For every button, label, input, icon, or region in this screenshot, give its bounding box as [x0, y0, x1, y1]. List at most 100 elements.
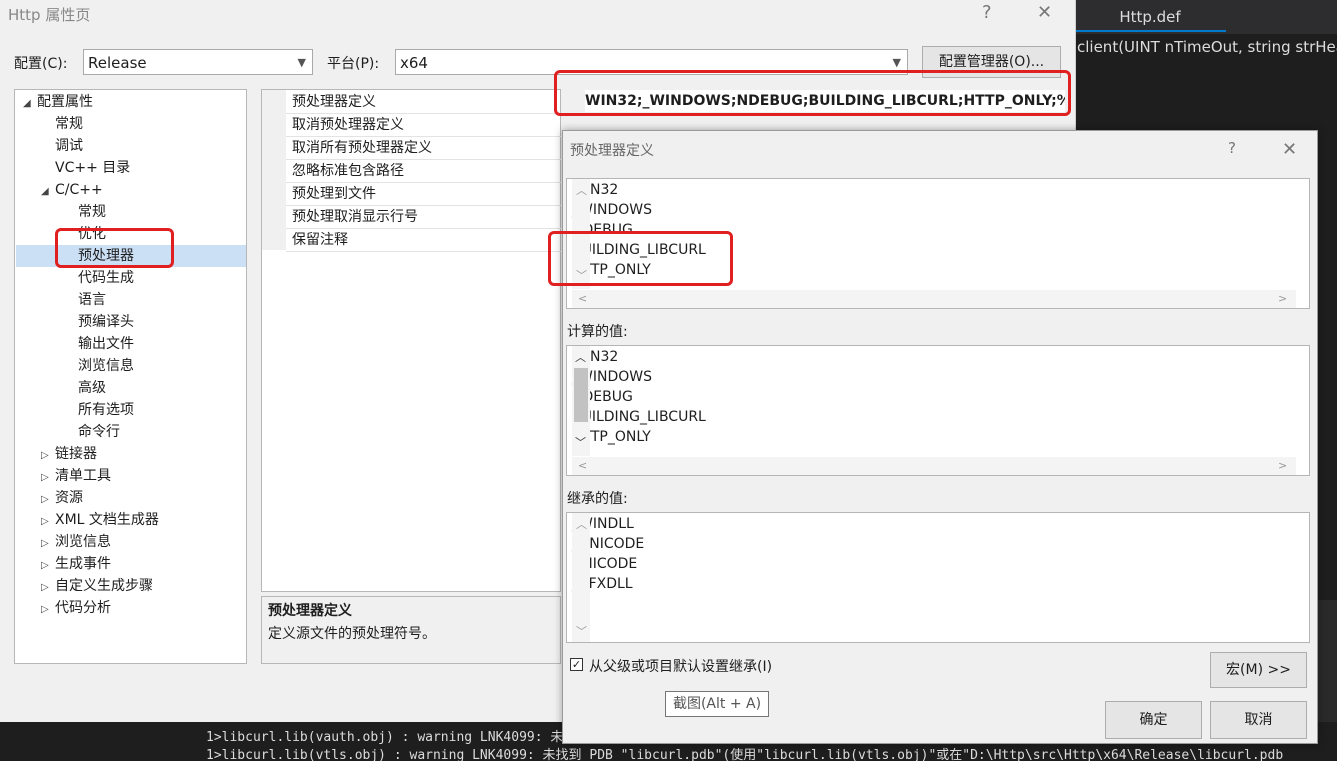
- collapsed-arrow-icon[interactable]: ▷: [41, 555, 55, 577]
- vs-code-line: client(UINT nTimeOut, string strHead: [1075, 34, 1337, 60]
- tree-item-label: 代码分析: [55, 600, 111, 616]
- horizontal-scrollbar[interactable]: < >: [572, 290, 1296, 308]
- property-row[interactable]: 忽略标准包含路径: [292, 160, 404, 182]
- scroll-up-icon[interactable]: ︿: [575, 349, 586, 365]
- computed-values-list: WIN32 _WINDOWS NDEBUG BUILDING_LIBCURL H…: [566, 345, 1310, 476]
- help-icon[interactable]: ?: [982, 2, 992, 23]
- tree-item-label: C/C++: [55, 182, 103, 198]
- inherited-values-list: _WINDLL _UNICODE UNICODE _AFXDLL ︿ ﹀: [566, 512, 1310, 643]
- scroll-up-icon[interactable]: ︿: [576, 516, 587, 532]
- scroll-down-icon[interactable]: ﹀: [575, 434, 586, 450]
- tree-item[interactable]: ▷ 生成事件: [41, 553, 111, 575]
- tree-item[interactable]: 浏览信息: [78, 355, 134, 377]
- scroll-right-icon[interactable]: >: [1278, 292, 1287, 305]
- tree-item-label: 自定义生成步骤: [55, 578, 153, 594]
- tree-item-label: 所有选项: [78, 402, 134, 418]
- config-label: 配置(C):: [14, 56, 68, 72]
- config-value: Release: [88, 54, 147, 72]
- tree-item[interactable]: 输出文件: [78, 333, 134, 355]
- property-row[interactable]: 预处理到文件: [292, 183, 376, 205]
- property-row[interactable]: 取消预处理器定义: [292, 114, 404, 136]
- tree-item-label: 浏览信息: [78, 358, 134, 374]
- description-text: 定义源文件的预处理符号。: [268, 626, 436, 642]
- tree-item[interactable]: 命令行: [78, 421, 120, 443]
- close-icon[interactable]: ✕: [1037, 2, 1052, 23]
- tree-item[interactable]: ▷ 链接器: [41, 443, 97, 465]
- tree-item-label: 语言: [78, 292, 106, 308]
- tree-item[interactable]: 语言: [78, 289, 106, 311]
- ok-button[interactable]: 确定: [1105, 701, 1202, 739]
- collapsed-arrow-icon[interactable]: ▷: [41, 511, 55, 533]
- collapsed-arrow-icon[interactable]: ▷: [41, 467, 55, 489]
- tree-item[interactable]: 预编译头: [78, 311, 134, 333]
- expanded-arrow-icon[interactable]: ◢: [23, 93, 37, 115]
- tree-item[interactable]: 高级: [78, 377, 106, 399]
- tree-item-label: 生成事件: [55, 556, 111, 572]
- scroll-right-icon[interactable]: >: [1278, 459, 1287, 472]
- tree-item-label: 配置属性: [37, 94, 93, 110]
- tree-item-label: 命令行: [78, 424, 120, 440]
- screenshot-tooltip: 截图(Alt + A): [665, 691, 769, 717]
- property-row[interactable]: 保留注释: [292, 229, 348, 251]
- tree-item-label: 调试: [55, 138, 83, 154]
- scroll-left-icon[interactable]: <: [578, 459, 587, 472]
- vs-tab-underline: [1076, 30, 1226, 32]
- tree-item[interactable]: ◢ C/C++: [41, 179, 103, 201]
- scroll-up-icon[interactable]: ︿: [576, 182, 587, 198]
- tree-item-label: 代码生成: [78, 270, 134, 286]
- help-icon[interactable]: ?: [1228, 139, 1236, 157]
- tree-item-label: 常规: [78, 204, 106, 220]
- property-row[interactable]: 预处理器定义: [292, 91, 376, 113]
- grid-separator: [286, 251, 561, 252]
- horizontal-scrollbar[interactable]: < >: [572, 457, 1296, 475]
- collapsed-arrow-icon[interactable]: ▷: [41, 533, 55, 555]
- collapsed-arrow-icon[interactable]: ▷: [41, 489, 55, 511]
- description-title: 预处理器定义: [268, 603, 352, 619]
- expanded-arrow-icon[interactable]: ◢: [41, 181, 55, 203]
- chevron-down-icon: ▼: [297, 56, 306, 69]
- vertical-scrollbar[interactable]: ︿ ﹀: [572, 346, 590, 456]
- tree-item[interactable]: 代码生成: [78, 267, 134, 289]
- tree-item-label: VC++ 目录: [55, 160, 131, 176]
- scroll-left-icon[interactable]: <: [578, 292, 587, 305]
- scroll-down-icon[interactable]: ﹀: [576, 623, 587, 639]
- tree-item[interactable]: ▷ 资源: [41, 487, 83, 509]
- vertical-scrollbar[interactable]: ︿ ﹀: [572, 513, 590, 642]
- scrollbar-thumb[interactable]: [574, 368, 588, 422]
- platform-value: x64: [400, 54, 428, 72]
- grid-gutter: [262, 90, 286, 250]
- inherit-checkbox[interactable]: ✓: [570, 658, 583, 671]
- tree-item[interactable]: 常规: [78, 201, 106, 223]
- collapsed-arrow-icon[interactable]: ▷: [41, 445, 55, 467]
- collapsed-arrow-icon[interactable]: ▷: [41, 577, 55, 599]
- tree-item[interactable]: ▷ 浏览信息: [41, 531, 111, 553]
- tree-item[interactable]: ◢ 配置属性: [23, 91, 93, 113]
- output-line: 1>libcurl.lib(vtls.obj) : warning LNK409…: [206, 748, 1284, 761]
- tree-item[interactable]: ▷ XML 文档生成器: [41, 509, 159, 531]
- tree-item[interactable]: ▷ 代码分析: [41, 597, 111, 619]
- inherit-checkbox-label[interactable]: 从父级或项目默认设置继承(I): [589, 656, 772, 676]
- tree-item[interactable]: 常规: [41, 113, 83, 135]
- tree-item[interactable]: 调试: [41, 135, 83, 157]
- tree-item-label: 浏览信息: [55, 534, 111, 550]
- tree-item[interactable]: VC++ 目录: [41, 157, 130, 179]
- property-row[interactable]: 取消所有预处理器定义: [292, 137, 432, 159]
- annotation-box: [55, 228, 174, 268]
- config-select[interactable]: Release ▼: [83, 49, 313, 75]
- annotation-box: [548, 231, 733, 286]
- tree-item[interactable]: 所有选项: [78, 399, 134, 421]
- macro-button[interactable]: 宏(M) >>: [1210, 652, 1307, 688]
- collapsed-arrow-icon[interactable]: ▷: [41, 599, 55, 621]
- vs-tab-http-def[interactable]: Http.def: [1090, 8, 1210, 26]
- annotation-box: [554, 70, 1071, 116]
- tree-item[interactable]: ▷ 自定义生成步骤: [41, 575, 153, 597]
- close-icon[interactable]: ✕: [1282, 139, 1297, 160]
- description-panel: 预处理器定义 定义源文件的预处理符号。: [261, 596, 561, 664]
- dialog-title: 预处理器定义: [570, 143, 654, 159]
- window-title: Http 属性页: [8, 6, 91, 24]
- property-row[interactable]: 预处理取消显示行号: [292, 206, 418, 228]
- platform-label-text: 平台(P):: [327, 56, 380, 72]
- cancel-button[interactable]: 取消: [1210, 701, 1307, 739]
- tree-item[interactable]: ▷ 清单工具: [41, 465, 111, 487]
- computed-label: 计算的值:: [567, 324, 628, 340]
